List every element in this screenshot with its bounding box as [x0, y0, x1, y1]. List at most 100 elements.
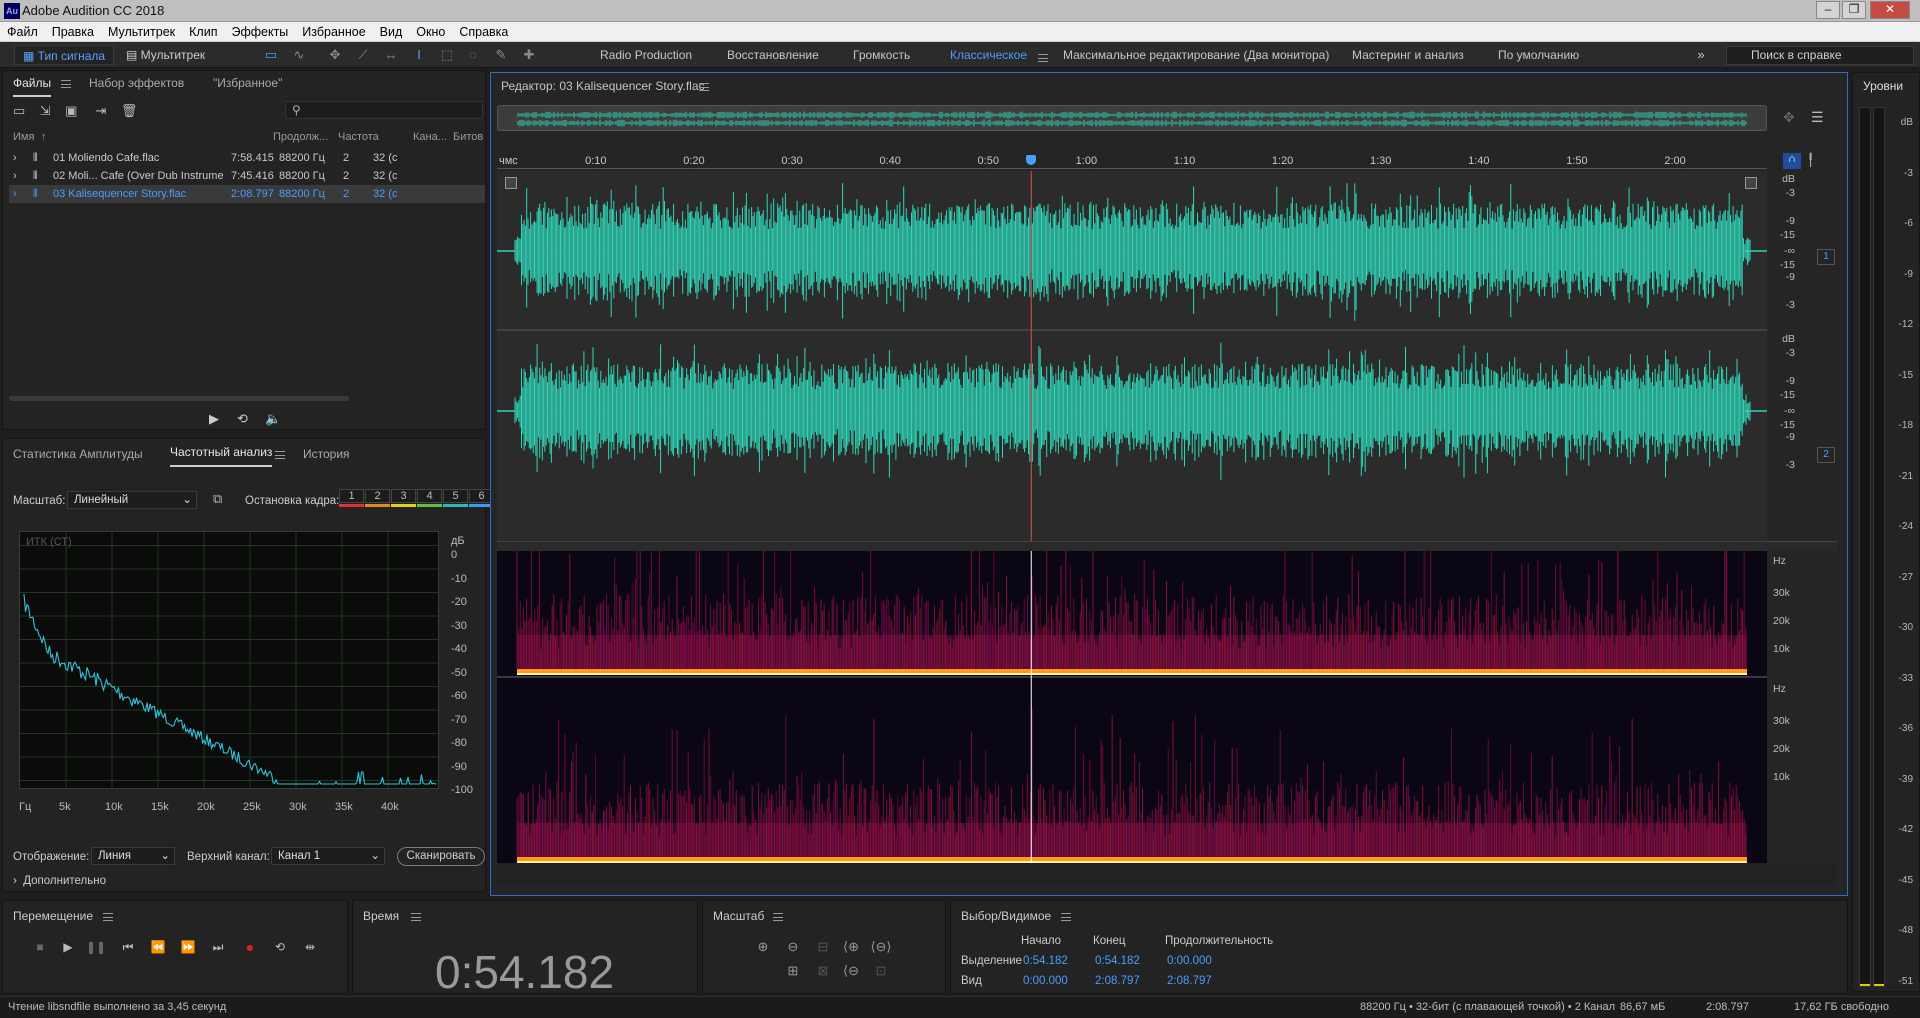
play-icon[interactable]: ▶ [58, 938, 78, 956]
zoom-in-amplitude-icon[interactable]: ⊕ [751, 937, 775, 957]
workspace-default[interactable]: По умолчанию [1498, 48, 1579, 62]
marquee-tool-icon[interactable]: ⬚ [438, 46, 456, 64]
channel-2-badge[interactable]: 2 [1817, 447, 1835, 463]
snap-icon[interactable]: ∩ [1783, 153, 1801, 169]
workspace-restoration[interactable]: Восстановление [727, 48, 819, 62]
analysis-menu-icon[interactable] [269, 439, 285, 469]
transport-menu-icon[interactable] [97, 909, 113, 923]
files-horizontal-scrollbar[interactable] [9, 396, 349, 401]
fast-forward-icon[interactable]: ⏩ [178, 938, 198, 956]
menu-multitrack[interactable]: Мультитрек [101, 22, 182, 42]
waveform-view-icon[interactable]: ▭ [262, 46, 280, 64]
selection-start-field[interactable]: 0:54.182 [1023, 955, 1068, 967]
freeze-frame-1[interactable]: 1 [339, 489, 364, 507]
col-rate[interactable]: Частота [338, 131, 379, 143]
overview-navigator[interactable] [497, 105, 1767, 131]
workspace-menu-icon[interactable] [1032, 50, 1048, 64]
spot-healing-tool-icon[interactable]: ✚ [520, 46, 538, 64]
import-file-icon[interactable]: ⇲ [40, 103, 51, 118]
brush-tool-icon[interactable]: ✎ [492, 46, 510, 64]
tab-waveform[interactable]: ▦ Тип сигнала [14, 45, 115, 65]
col-duration[interactable]: Продолж... [273, 131, 328, 143]
go-to-start-icon[interactable]: ⏮ [118, 938, 138, 956]
menu-file[interactable]: Файл [0, 22, 45, 42]
view-duration-field[interactable]: 2:08.797 [1167, 975, 1212, 987]
playhead-handle-icon[interactable] [1026, 155, 1037, 165]
display-select[interactable]: Линия ⌄ [91, 847, 175, 865]
tab-effects-presets[interactable]: Набор эффектов [89, 71, 184, 95]
zoom-out-amplitude-icon[interactable]: ⊖ [781, 937, 805, 957]
spectral-view-icon[interactable]: ∿ [290, 46, 308, 64]
waveform-area[interactable] [497, 171, 1767, 541]
tab-multitrack[interactable]: ▤ Мультитрек [118, 45, 213, 65]
menu-favorites[interactable]: Избранное [295, 22, 372, 42]
go-to-end-icon[interactable]: ⏭ [208, 938, 228, 956]
more-workspaces-icon[interactable]: » [1692, 46, 1710, 64]
marker-icon[interactable]: ╿ [1807, 153, 1814, 167]
workspace-max-editing[interactable]: Максимальное редактирование (Два монитор… [1063, 48, 1329, 62]
fade-out-handle-icon[interactable] [1745, 177, 1757, 189]
zoom-to-selection-icon[interactable]: ⊠ [811, 961, 835, 981]
delete-file-icon[interactable]: 🗑 [121, 103, 138, 118]
col-name[interactable]: Имя [13, 131, 34, 143]
scan-button[interactable]: Сканировать [397, 847, 485, 866]
tab-frequency-analysis[interactable]: Частотный анализ [170, 439, 273, 467]
freeze-frame-5[interactable]: 5 [443, 489, 468, 507]
files-search-field[interactable]: ⚲ [285, 101, 483, 119]
insert-into-multitrack-icon[interactable]: ⇥ [95, 103, 106, 118]
selection-duration-field[interactable]: 0:00.000 [1167, 955, 1212, 967]
pop-out-graph-icon[interactable]: ⧉ [213, 491, 222, 507]
stop-icon[interactable]: ■ [30, 938, 50, 956]
pause-icon[interactable]: ❚❚ [86, 938, 106, 956]
lasso-tool-icon[interactable]: ◌ [464, 46, 482, 64]
file-row[interactable]: › ⫴ 01 Moliendo Cafe.flac 7:58.415 88200 Гц 2… [9, 149, 485, 167]
fade-in-handle-icon[interactable] [505, 177, 517, 189]
preview-loop-icon[interactable]: ⟲ [237, 411, 248, 427]
file-row[interactable]: › ⫴ 03 Kalisequencer Story.flac 2:08.797 882… [9, 185, 485, 203]
open-file-icon[interactable]: ▭ [13, 103, 25, 118]
tab-favorites[interactable]: "Избранное" [213, 71, 282, 95]
tab-files[interactable]: Файлы [13, 71, 52, 97]
new-file-icon[interactable]: ▣ [65, 103, 77, 118]
files-menu-icon[interactable] [55, 71, 71, 95]
menu-effects[interactable]: Эффекты [224, 22, 295, 42]
zoom-in-frequency-icon[interactable]: ⊞ [781, 961, 805, 981]
tab-history[interactable]: История [303, 439, 350, 469]
rewind-icon[interactable]: ⏪ [148, 938, 168, 956]
menu-window[interactable]: Окно [409, 22, 452, 42]
help-search-input[interactable]: Поиск в справке [1726, 46, 1914, 65]
menu-clip[interactable]: Клип [182, 22, 224, 42]
time-selection-tool-icon[interactable]: I [410, 46, 428, 64]
workspace-classic[interactable]: Классическое [950, 48, 1027, 62]
slip-tool-icon[interactable]: ↔ [382, 46, 400, 64]
zoom-out-time-icon[interactable]: ⟨⊖⟩ [869, 937, 893, 957]
time-ruler[interactable]: чмс 0:10 0:20 0:30 0:40 0:50 1:00 1:10 1:20 1:30 1… [497, 153, 1767, 169]
spectral-splitter[interactable] [497, 541, 1837, 551]
freeze-frame-4[interactable]: 4 [417, 489, 442, 507]
toggle-overview-icon[interactable]: ☰ [1811, 109, 1824, 126]
zoom-in-time-icon[interactable]: ⟨⊕ [839, 937, 863, 957]
razor-tool-icon[interactable]: ⟋ [354, 46, 372, 64]
loop-playback-icon[interactable]: ⟲ [270, 938, 290, 956]
freeze-frame-2[interactable]: 2 [365, 489, 390, 507]
view-end-field[interactable]: 2:08.797 [1095, 975, 1140, 987]
menu-help[interactable]: Справка [452, 22, 515, 42]
channel-1-badge[interactable]: 1 [1817, 249, 1835, 265]
preview-play-icon[interactable]: ▶ [209, 411, 219, 427]
file-row[interactable]: › ⫴ 02 Moli... Cafe (Over Dub Instrumental… [9, 167, 485, 185]
view-start-field[interactable]: 0:00.000 [1023, 975, 1068, 987]
zoom-selection-out-icon[interactable]: ⊡ [869, 961, 893, 981]
selection-menu-icon[interactable] [1055, 909, 1071, 923]
preview-volume-icon[interactable]: 🔈 [265, 411, 281, 427]
col-bits[interactable]: Битов [453, 131, 483, 143]
move-tool-icon[interactable]: ✥ [326, 46, 344, 64]
minimize-button[interactable]: – [1816, 1, 1840, 19]
tab-amplitude-stats[interactable]: Статистика Амплитуды [13, 439, 143, 469]
editor-menu-icon[interactable] [693, 79, 709, 93]
menu-edit[interactable]: Правка [45, 22, 101, 42]
zoom-to-selection-icon[interactable]: ✥ [1783, 109, 1795, 126]
scale-select[interactable]: Линейный ⌄ [67, 491, 197, 509]
top-channel-select[interactable]: Канал 1 ⌄ [271, 847, 385, 865]
selection-end-field[interactable]: 0:54.182 [1095, 955, 1140, 967]
workspace-loudness[interactable]: Громкость [853, 48, 910, 62]
